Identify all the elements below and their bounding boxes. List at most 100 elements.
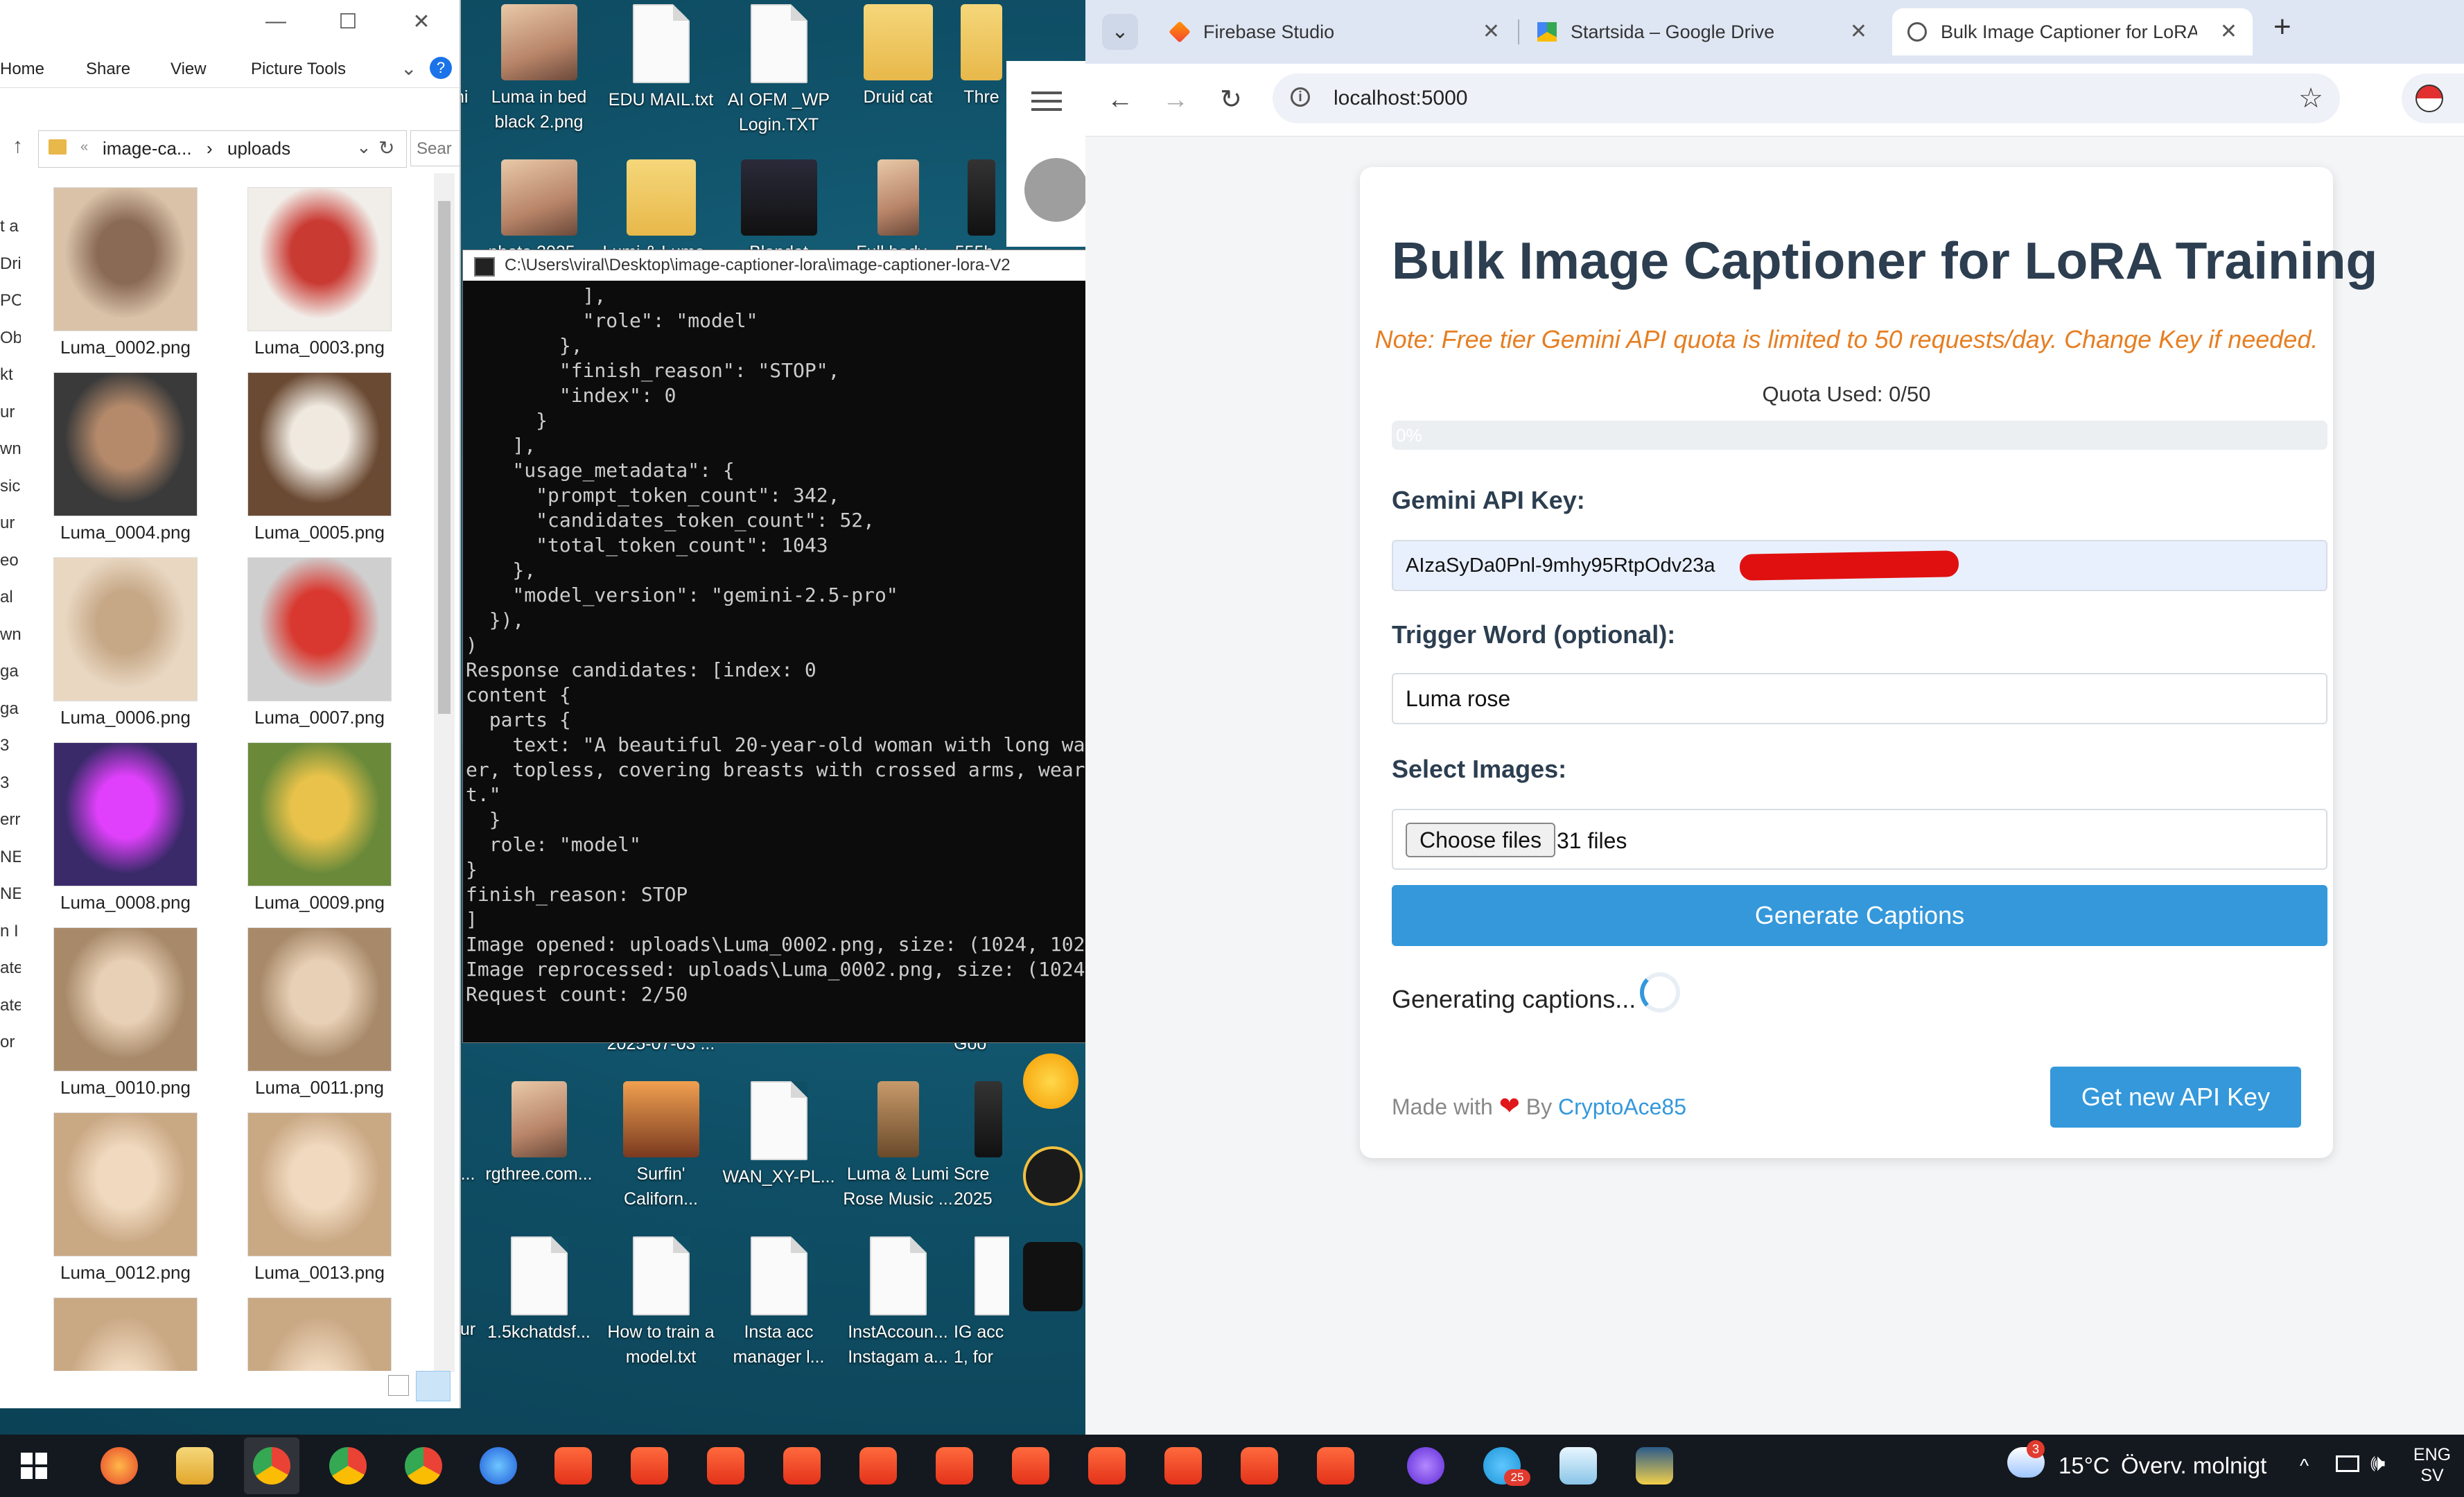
notepad-icon[interactable]: [1559, 1447, 1597, 1485]
tab-close-icon[interactable]: ✕: [1850, 8, 1867, 55]
nav-pane-item[interactable]: Dri: [0, 245, 21, 283]
brave-icon[interactable]: [631, 1447, 668, 1485]
file-thumbnail[interactable]: Luma_0003.png: [240, 187, 399, 358]
app-icon[interactable]: [1023, 1053, 1078, 1109]
desktop-icon[interactable]: Blandat: [718, 159, 839, 250]
desktop-icon[interactable]: Scre 2025: [954, 1081, 1009, 1211]
file-thumbnail[interactable]: Luma_0004.png: [46, 372, 205, 543]
nav-pane-item[interactable]: ate: [0, 949, 21, 987]
nav-pane-item[interactable]: n I: [0, 913, 21, 950]
brave-icon[interactable]: [936, 1447, 973, 1485]
tab-close-icon[interactable]: ✕: [1483, 8, 1500, 55]
tab-search-button[interactable]: ⌄: [1102, 14, 1138, 50]
new-tab-button[interactable]: +: [2273, 10, 2291, 44]
nav-pane-item[interactable]: PC: [0, 282, 21, 319]
nav-pane-item[interactable]: or: [0, 1024, 21, 1061]
desktop-icon[interactable]: Thre: [954, 4, 1009, 110]
brave-icon[interactable]: [707, 1447, 744, 1485]
chevron-down-icon[interactable]: ⌄: [356, 137, 372, 158]
desktop-icon[interactable]: EDU MAIL.txt: [600, 4, 722, 112]
thumbnail-view-icon[interactable]: [416, 1371, 451, 1401]
windows-start-icon[interactable]: [21, 1453, 47, 1479]
desktop-icon[interactable]: Insta acc manager l...: [718, 1236, 839, 1369]
file-thumbnail[interactable]: Luma_0009.png: [240, 742, 399, 913]
firefox-icon[interactable]: [101, 1447, 138, 1485]
trigger-word-input[interactable]: [1392, 673, 2327, 724]
nav-pane-item[interactable]: eo: [0, 542, 21, 579]
file-thumbnail[interactable]: Luma_0010.png: [46, 927, 205, 1098]
volume-icon[interactable]: 🕪: [2370, 1450, 2385, 1477]
file-thumbnail[interactable]: Luma_0002.png: [46, 187, 205, 358]
chrome-icon[interactable]: [405, 1447, 442, 1485]
tray-chevron-icon[interactable]: ^: [2300, 1435, 2309, 1497]
tor-icon[interactable]: [1407, 1447, 1444, 1485]
ribbon-tab-picture-tools[interactable]: Picture Tools: [251, 60, 346, 79]
nav-pane-item[interactable]: ga: [0, 653, 21, 690]
file-thumbnail[interactable]: [46, 1297, 205, 1371]
choose-files-button[interactable]: Choose files: [1406, 823, 1556, 857]
breadcrumb-current[interactable]: uploads: [227, 138, 290, 159]
nav-pane-item[interactable]: err: [0, 801, 21, 839]
brave-icon[interactable]: [554, 1447, 592, 1485]
ribbon-tab-home[interactable]: Home: [0, 60, 44, 79]
app-icon[interactable]: [1023, 1146, 1083, 1206]
reload-button[interactable]: ↻: [1212, 80, 1250, 119]
brave-icon[interactable]: [1088, 1447, 1126, 1485]
scrollbar[interactable]: [434, 173, 455, 1372]
nav-pane-item[interactable]: ate: [0, 987, 21, 1024]
brave-icon[interactable]: [859, 1447, 897, 1485]
nav-pane-item[interactable]: al: [0, 579, 21, 616]
nav-pane-item[interactable]: Ob: [0, 319, 21, 357]
author-link[interactable]: CryptoAce85: [1558, 1094, 1686, 1119]
generate-captions-button[interactable]: Generate Captions: [1392, 885, 2327, 946]
desktop-icon[interactable]: IG acc 1, for: [954, 1236, 1009, 1369]
nav-pane-item[interactable]: ur: [0, 394, 21, 431]
desktop-icon[interactable]: Full body...: [837, 159, 959, 250]
desktop-icon[interactable]: AI OFM _WP Login.TXT: [718, 4, 839, 137]
brave-icon[interactable]: [1012, 1447, 1049, 1485]
api-key-input[interactable]: AIzaSyDa0Pnl-9mhy95RtpOdv23a: [1392, 540, 2327, 591]
nav-pane-item[interactable]: sic: [0, 468, 21, 505]
brave-icon[interactable]: [1317, 1447, 1354, 1485]
brave-icon[interactable]: [1164, 1447, 1202, 1485]
nav-pane-item[interactable]: t a: [0, 208, 21, 245]
file-thumbnail[interactable]: Luma_0006.png: [46, 557, 205, 728]
desktop-icon[interactable]: photo 2025...: [478, 159, 600, 250]
scrollbar-thumb[interactable]: [438, 201, 451, 714]
desktop-icon[interactable]: 1.5kchatdsf...: [478, 1236, 600, 1345]
tab-firebase-studio[interactable]: Firebase Studio ✕: [1155, 8, 1515, 55]
chevron-down-icon[interactable]: ⌄: [401, 57, 417, 80]
menu-icon[interactable]: [1031, 91, 1062, 94]
file-input[interactable]: Choose files 31 files: [1392, 809, 2327, 870]
file-explorer-icon[interactable]: [176, 1447, 213, 1485]
desktop-icon[interactable]: How to train a model.txt: [600, 1236, 722, 1369]
desktop-icon[interactable]: 555b...: [954, 159, 1009, 250]
brave-icon[interactable]: [1241, 1447, 1278, 1485]
ribbon-tab-share[interactable]: Share: [86, 60, 130, 79]
up-arrow-icon[interactable]: ↑: [12, 134, 23, 158]
refresh-icon[interactable]: ↻: [378, 137, 394, 159]
desktop-icon[interactable]: Lumi & Luma...: [600, 159, 722, 250]
desktop-icon[interactable]: Luma in bed black 2.png: [478, 4, 600, 134]
bookmark-star-icon[interactable]: ☆: [2298, 73, 2323, 123]
chrome-icon[interactable]: [253, 1447, 290, 1485]
download-icon[interactable]: [1024, 158, 1088, 222]
details-view-icon[interactable]: [388, 1375, 409, 1396]
desktop-icon[interactable]: Druid cat: [837, 4, 959, 110]
nav-pane-item[interactable]: kt: [0, 356, 21, 394]
profile-button[interactable]: [2402, 73, 2464, 123]
python-terminal-icon[interactable]: [1636, 1447, 1673, 1485]
address-bar[interactable]: i localhost:5000 ☆: [1273, 73, 2340, 123]
desktop-icon[interactable]: WAN_XY-PL...: [718, 1081, 839, 1189]
temperature[interactable]: 15°C: [2059, 1435, 2110, 1497]
language-indicator[interactable]: ENG SV: [2408, 1444, 2456, 1486]
address-bar[interactable]: « image-ca... › uploads ⌄ ↻: [38, 130, 407, 168]
file-thumbnail[interactable]: Luma_0011.png: [240, 927, 399, 1098]
tab-bulk-image-captioner[interactable]: Bulk Image Captioner for LoRA ✕: [1892, 8, 2253, 55]
forward-button[interactable]: →: [1156, 80, 1195, 119]
chrome-icon[interactable]: [329, 1447, 367, 1485]
network-icon[interactable]: [2336, 1455, 2359, 1472]
nav-pane-item[interactable]: ur: [0, 505, 21, 542]
tab-close-icon[interactable]: ✕: [2220, 8, 2237, 55]
weather-text[interactable]: Överv. molnigt: [2121, 1435, 2266, 1497]
